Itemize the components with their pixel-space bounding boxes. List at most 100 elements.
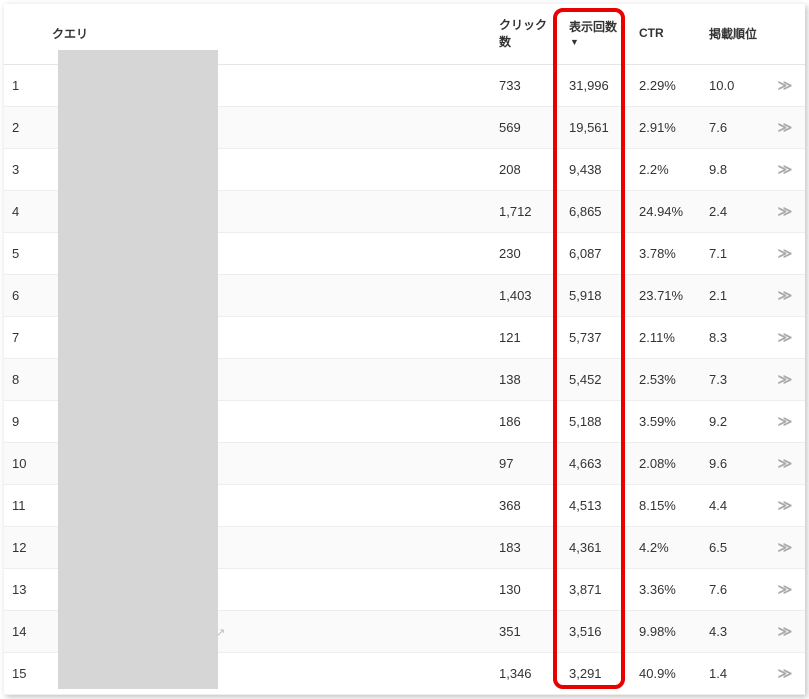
row-number: 2 [4,107,44,149]
query-table-container: クエリ クリック数 表示回数▼ CTR 掲載順位 173331,9962.29%… [4,4,805,695]
header-ctr[interactable]: CTR [631,4,701,65]
row-number: 6 [4,275,44,317]
expand-cell: ≫ [765,191,805,233]
chevron-right-icon[interactable]: ≫ [778,665,789,681]
impressions-cell: 3,871 [561,569,631,611]
chevron-right-icon[interactable]: ≫ [778,287,789,303]
position-cell: 1.4 [701,653,765,695]
impressions-cell: 5,918 [561,275,631,317]
expand-cell: ≫ [765,527,805,569]
expand-cell: ≫ [765,149,805,191]
position-cell: 9.8 [701,149,765,191]
row-number: 1 [4,65,44,107]
row-number: 14 [4,611,44,653]
expand-cell: ≫ [765,65,805,107]
clicks-cell: 1,712 [491,191,561,233]
chevron-right-icon[interactable]: ≫ [778,161,789,177]
expand-cell: ≫ [765,569,805,611]
gap-cell [204,107,491,149]
clicks-cell: 230 [491,233,561,275]
row-number: 10 [4,443,44,485]
ctr-cell: 40.9% [631,653,701,695]
clicks-cell: 138 [491,359,561,401]
position-cell: 4.3 [701,611,765,653]
chevron-right-icon[interactable]: ≫ [778,497,789,513]
chevron-right-icon[interactable]: ≫ [778,623,789,639]
position-cell: 8.3 [701,317,765,359]
chevron-right-icon[interactable]: ≫ [778,329,789,345]
header-clicks[interactable]: クリック数 [491,4,561,65]
expand-cell: ≫ [765,233,805,275]
position-cell: 2.1 [701,275,765,317]
gap-cell [204,569,491,611]
gap-cell [204,233,491,275]
ctr-cell: 4.2% [631,527,701,569]
clicks-cell: 368 [491,485,561,527]
row-number: 12 [4,527,44,569]
header-impressions[interactable]: 表示回数▼ [561,4,631,65]
gap-cell [204,443,491,485]
chevron-right-icon[interactable]: ≫ [778,119,789,135]
ctr-cell: 2.11% [631,317,701,359]
clicks-cell: 351 [491,611,561,653]
ctr-cell: 2.29% [631,65,701,107]
clicks-cell: 733 [491,65,561,107]
gap-cell [204,359,491,401]
chevron-right-icon[interactable]: ≫ [778,539,789,555]
row-number: 3 [4,149,44,191]
expand-cell: ≫ [765,653,805,695]
chevron-right-icon[interactable]: ≫ [778,77,789,93]
chevron-right-icon[interactable]: ≫ [778,581,789,597]
expand-cell: ≫ [765,611,805,653]
position-cell: 7.3 [701,359,765,401]
impressions-cell: 4,361 [561,527,631,569]
row-number: 15 [4,653,44,695]
impressions-cell: 5,188 [561,401,631,443]
clicks-cell: 130 [491,569,561,611]
chevron-right-icon[interactable]: ≫ [778,371,789,387]
ctr-cell: 8.15% [631,485,701,527]
expand-cell: ≫ [765,401,805,443]
impressions-cell: 6,087 [561,233,631,275]
header-position[interactable]: 掲載順位 [701,4,765,65]
clicks-cell: 208 [491,149,561,191]
row-number: 5 [4,233,44,275]
clicks-cell: 1,346 [491,653,561,695]
row-number: 7 [4,317,44,359]
row-number: 4 [4,191,44,233]
impressions-cell: 31,996 [561,65,631,107]
position-cell: 7.6 [701,569,765,611]
chevron-right-icon[interactable]: ≫ [778,455,789,471]
clicks-cell: 183 [491,527,561,569]
position-cell: 10.0 [701,65,765,107]
expand-cell: ≫ [765,275,805,317]
expand-cell: ≫ [765,359,805,401]
impressions-cell: 4,513 [561,485,631,527]
position-cell: 7.6 [701,107,765,149]
row-number: 11 [4,485,44,527]
ctr-cell: 2.08% [631,443,701,485]
position-cell: 9.6 [701,443,765,485]
clicks-cell: 1,403 [491,275,561,317]
gap-cell [204,149,491,191]
ctr-cell: 2.91% [631,107,701,149]
ctr-cell: 23.71% [631,275,701,317]
chevron-right-icon[interactable]: ≫ [778,245,789,261]
header-spacer [204,4,491,65]
query-text-mask [58,50,218,689]
expand-cell: ≫ [765,107,805,149]
chevron-right-icon[interactable]: ≫ [778,413,789,429]
expand-cell: ≫ [765,485,805,527]
impressions-cell: 9,438 [561,149,631,191]
clicks-cell: 121 [491,317,561,359]
impressions-cell: 3,291 [561,653,631,695]
gap-cell [204,275,491,317]
ctr-cell: 2.2% [631,149,701,191]
impressions-cell: 3,516 [561,611,631,653]
expand-cell: ≫ [765,443,805,485]
gap-cell: ↗ [204,611,491,653]
clicks-cell: 569 [491,107,561,149]
ctr-cell: 24.94% [631,191,701,233]
chevron-right-icon[interactable]: ≫ [778,203,789,219]
row-number: 13 [4,569,44,611]
